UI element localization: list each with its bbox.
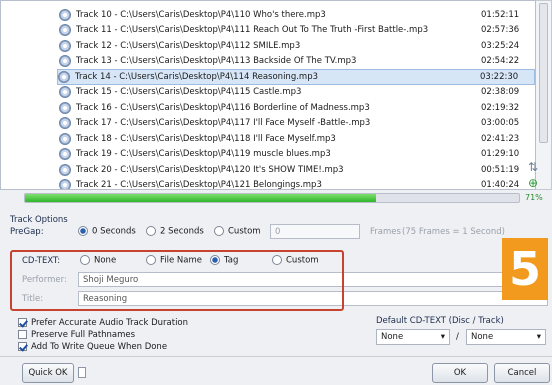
radio-pregap-2[interactable]: [146, 226, 156, 236]
track-duration: 03:25:24: [481, 40, 520, 51]
progress-bar: [24, 193, 520, 203]
track-duration: 02:41:23: [481, 133, 520, 144]
cd-track-icon: [59, 179, 71, 189]
radio-pregap-custom[interactable]: [214, 226, 224, 236]
cd-track-icon: [59, 163, 71, 176]
track-duration: 03:00:05: [481, 118, 520, 129]
track-name: Track 10 - C:\Users\Caris\Desktop\P4\110…: [76, 9, 326, 20]
frames-note: (75 Frames = 1 Second): [402, 227, 505, 237]
track-row[interactable]: Track 13 - C:\Users\Caris\Desktop\P4\113…: [59, 54, 535, 70]
checkbox-full-pathnames[interactable]: Preserve Full Pathnames: [18, 330, 135, 340]
cd-track-icon: [59, 55, 71, 68]
add-track-icon[interactable]: ⊕: [528, 176, 538, 190]
track-name: Track 15 - C:\Users\Caris\Desktop\P4\115…: [76, 87, 302, 98]
cd-track-icon: [58, 70, 70, 83]
cd-track-icon: [59, 101, 71, 114]
track-duration: 03:22:30: [480, 71, 519, 82]
track-list[interactable]: Track 10 - C:\Users\Caris\Desktop\P4\110…: [0, 0, 536, 190]
ok-button[interactable]: OK: [432, 363, 488, 383]
track-row[interactable]: Track 15 - C:\Users\Caris\Desktop\P4\115…: [59, 85, 535, 101]
check-accurate-duration[interactable]: [18, 318, 27, 327]
cancel-button[interactable]: Cancel: [494, 363, 550, 383]
chevron-down-icon: ▾: [440, 332, 445, 342]
track-duration: 02:38:09: [481, 87, 520, 98]
default-cdtext-separator: /: [456, 332, 459, 342]
cd-track-icon: [59, 148, 71, 161]
track-duration: 02:19:32: [481, 102, 520, 113]
quick-ok-button[interactable]: Quick OK: [22, 363, 74, 383]
cdtext-highlight-box: [10, 250, 344, 311]
radio-pregap-0[interactable]: [78, 226, 88, 236]
track-name: Track 18 - C:\Users\Caris\Desktop\P4\118…: [76, 133, 336, 144]
track-list-scrollbar[interactable]: [536, 0, 552, 190]
track-row[interactable]: Track 21 - C:\Users\Caris\Desktop\P4\121…: [59, 178, 535, 190]
disc-select-value: None: [381, 332, 404, 342]
accurate-duration-label: Prefer Accurate Audio Track Duration: [31, 318, 189, 328]
track-name: Track 14 - C:\Users\Caris\Desktop\P4\114…: [75, 71, 319, 82]
track-duration: 02:54:22: [481, 56, 520, 67]
sort-icon[interactable]: ⇅: [528, 160, 538, 174]
pregap-custom[interactable]: Custom: [214, 226, 261, 237]
track-duration: 01:29:10: [481, 149, 520, 160]
track-row[interactable]: Track 12 - C:\Users\Caris\Desktop\P4\112…: [59, 38, 535, 54]
default-cdtext-label: Default CD-TEXT (Disc / Track): [376, 316, 504, 326]
step-badge: 5: [502, 238, 548, 300]
pregap-frames-input[interactable]: 0: [270, 224, 360, 239]
full-pathnames-label: Preserve Full Pathnames: [31, 330, 136, 340]
write-queue-label: Add To Write Queue When Done: [31, 342, 168, 352]
cd-track-icon: [59, 86, 71, 99]
track-name: Track 21 - C:\Users\Caris\Desktop\P4\121…: [76, 180, 322, 190]
track-row[interactable]: Track 10 - C:\Users\Caris\Desktop\P4\110…: [59, 7, 535, 23]
pregap-custom-label: Custom: [228, 226, 261, 237]
checkbox-write-queue[interactable]: Add To Write Queue When Done: [18, 342, 167, 352]
track-row[interactable]: Track 19 - C:\Users\Caris\Desktop\P4\119…: [59, 147, 535, 163]
pregap-0-label: 0 Seconds: [92, 226, 136, 237]
footer-divider: [0, 356, 552, 357]
pregap-2-label: 2 Seconds: [160, 226, 204, 237]
track-row[interactable]: Track 11 - C:\Users\Caris\Desktop\P4\111…: [59, 23, 535, 39]
track-row[interactable]: Track 14 - C:\Users\Caris\Desktop\P4\114…: [57, 69, 535, 85]
check-full-pathnames[interactable]: [18, 330, 27, 339]
track-select-value: None: [471, 332, 494, 342]
frames-label: Frames: [370, 227, 401, 237]
track-duration: 02:57:36: [481, 25, 520, 36]
cd-track-icon: [59, 24, 71, 37]
default-cdtext-track-select[interactable]: None ▾: [466, 329, 546, 345]
track-options-title: Track Options: [10, 215, 68, 225]
track-name: Track 16 - C:\Users\Caris\Desktop\P4\116…: [76, 102, 370, 113]
quick-ok-option-toggle[interactable]: [78, 367, 86, 378]
cd-track-icon: [59, 39, 71, 52]
track-name: Track 20 - C:\Users\Caris\Desktop\P4\120…: [76, 164, 344, 175]
track-name: Track 11 - C:\Users\Caris\Desktop\P4\111…: [76, 25, 429, 36]
cd-track-icon: [59, 8, 71, 21]
track-name: Track 19 - C:\Users\Caris\Desktop\P4\119…: [76, 149, 331, 160]
track-duration: 00:51:19: [481, 164, 520, 175]
progress-fill: [25, 194, 376, 202]
progress-percent: 71%: [525, 193, 543, 202]
chevron-down-icon: ▾: [536, 332, 541, 342]
track-name: Track 12 - C:\Users\Caris\Desktop\P4\112…: [76, 40, 301, 51]
track-name: Track 17 - C:\Users\Caris\Desktop\P4\117…: [76, 118, 371, 129]
scrollbar-thumb[interactable]: [539, 3, 548, 143]
track-row[interactable]: Track 20 - C:\Users\Caris\Desktop\P4\120…: [59, 162, 535, 178]
track-row[interactable]: Track 17 - C:\Users\Caris\Desktop\P4\117…: [59, 116, 535, 132]
track-row[interactable]: Track 16 - C:\Users\Caris\Desktop\P4\116…: [59, 100, 535, 116]
checkbox-accurate-duration[interactable]: Prefer Accurate Audio Track Duration: [18, 318, 188, 328]
pregap-2-seconds[interactable]: 2 Seconds: [146, 226, 204, 237]
track-duration: 01:40:24: [481, 180, 520, 190]
check-write-queue[interactable]: [18, 342, 27, 351]
pregap-label: PreGap:: [10, 227, 44, 237]
pregap-0-seconds[interactable]: 0 Seconds: [78, 226, 136, 237]
cd-track-icon: [59, 132, 71, 145]
track-row[interactable]: Track 18 - C:\Users\Caris\Desktop\P4\118…: [59, 131, 535, 147]
cd-track-icon: [59, 117, 71, 130]
default-cdtext-disc-select[interactable]: None ▾: [376, 329, 450, 345]
track-duration: 01:52:11: [481, 9, 520, 20]
track-name: Track 13 - C:\Users\Caris\Desktop\P4\113…: [76, 56, 357, 67]
